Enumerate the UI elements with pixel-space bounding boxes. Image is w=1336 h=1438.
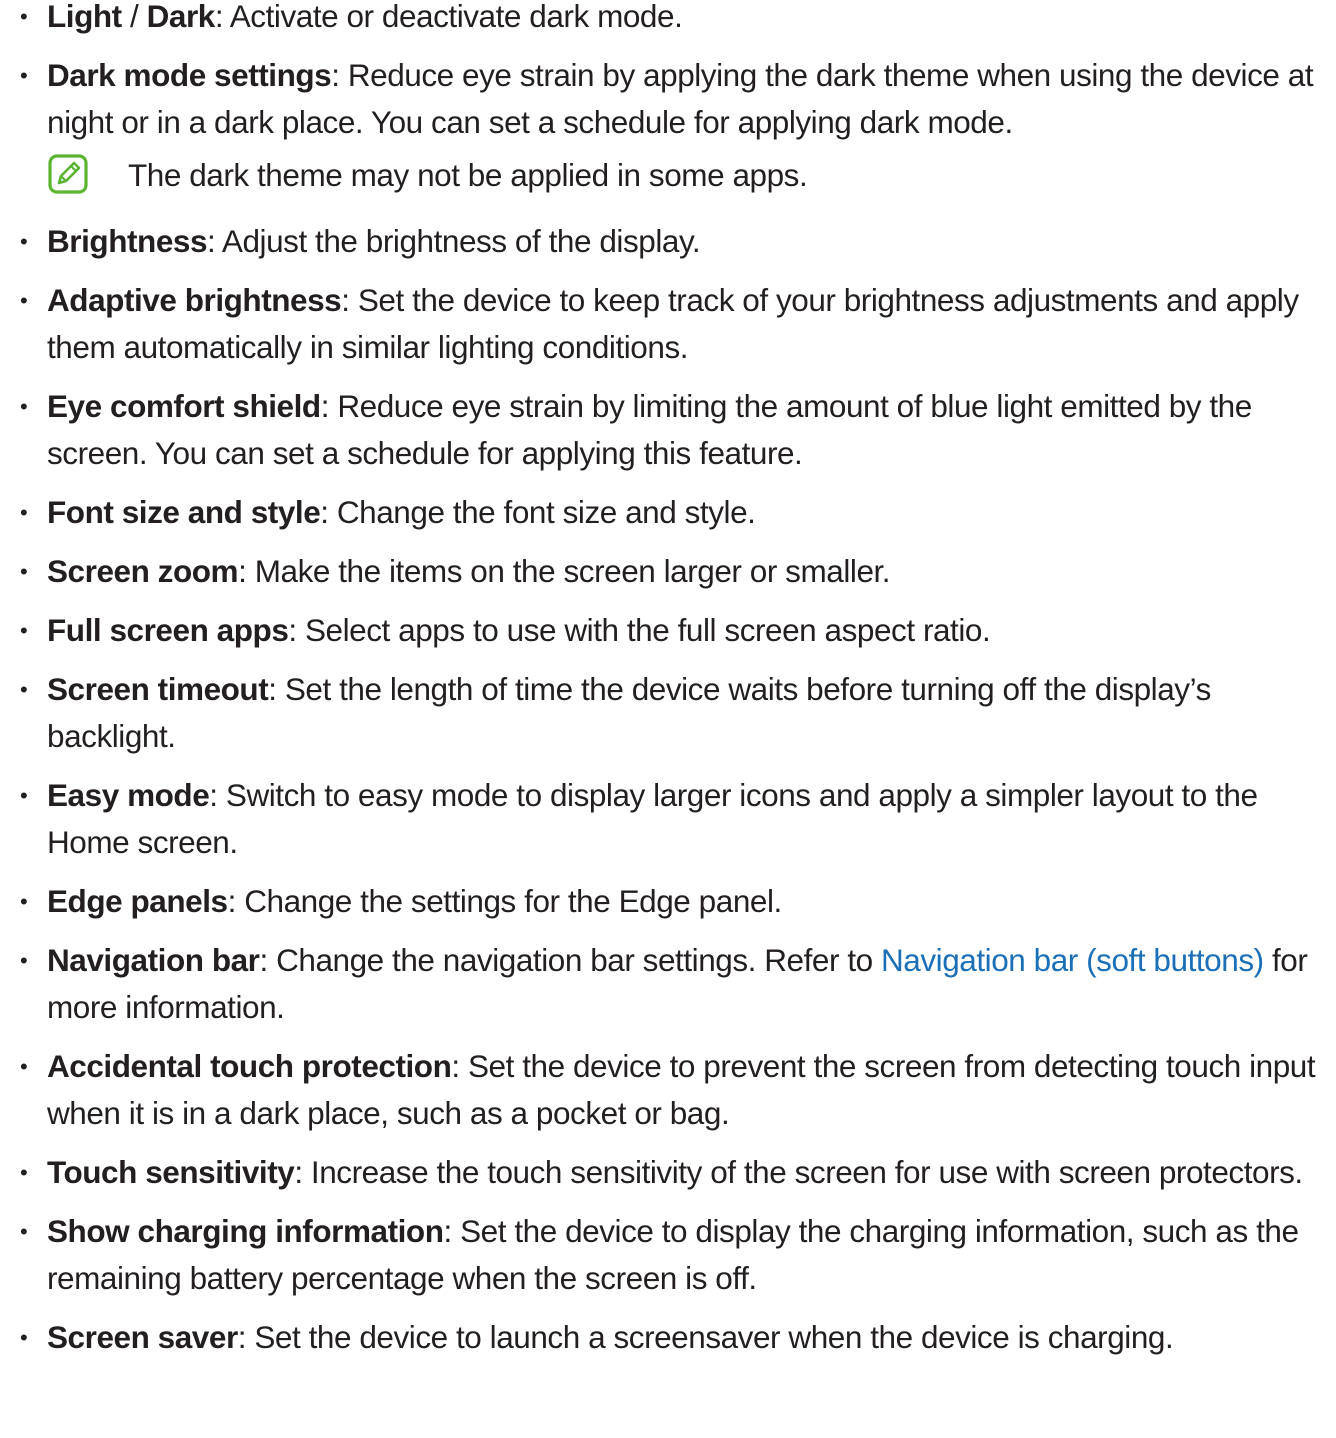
bullet: • [20,618,28,643]
term: Font size and style [47,494,321,530]
list-item-screen-zoom: • Screen zoom: Make the items on the scr… [0,548,1336,595]
description: : Make the items on the screen larger or… [238,553,891,589]
term: Brightness [47,223,208,259]
term: Edge panels [47,883,228,919]
settings-list: • Light / Dark: Activate or deactivate d… [0,0,1336,1373]
list-item-easy-mode: • Easy mode: Switch to easy mode to disp… [0,772,1336,866]
term: Eye comfort shield [47,388,321,424]
description: : Switch to easy mode to display larger … [47,777,1258,860]
bullet: • [20,1160,28,1185]
list-item-touch-sensitivity: • Touch sensitivity: Increase the touch … [0,1149,1336,1196]
term: Adaptive brightness [47,282,342,318]
term: Full screen apps [47,612,289,648]
bullet: • [20,1054,28,1079]
term-dark: Dark [146,0,216,34]
list-item-adaptive-brightness: • Adaptive brightness: Set the device to… [0,277,1336,371]
list-item-accidental-touch-protection: • Accidental touch protection: Set the d… [0,1043,1336,1137]
term: Show charging information [47,1213,444,1249]
list-item-light-dark: • Light / Dark: Activate or deactivate d… [0,0,1336,40]
term-light: Light [47,0,122,34]
list-item-show-charging-information: • Show charging information: Set the dev… [0,1208,1336,1302]
list-item-dark-mode-settings: • Dark mode settings: Reduce eye strain … [0,52,1336,146]
bullet: • [20,63,28,88]
list-item-edge-panels: • Edge panels: Change the settings for t… [0,878,1336,925]
bullet: • [20,1219,28,1244]
list-item-screen-timeout: • Screen timeout: Set the length of time… [0,666,1336,760]
description: : Activate or deactivate dark mode. [214,0,683,34]
list-item-eye-comfort-shield: • Eye comfort shield: Reduce eye strain … [0,383,1336,477]
bullet: • [20,288,28,313]
description: : Change the settings for the Edge panel… [227,883,783,919]
term: Screen zoom [47,553,239,589]
bullet: • [20,394,28,419]
list-item-brightness: • Brightness: Adjust the brightness of t… [0,218,1336,265]
bullet: • [20,948,28,973]
note: The dark theme may not be applied in som… [0,152,1336,212]
bullet: • [20,783,28,808]
bullet: • [20,677,28,702]
term: Touch sensitivity [47,1154,295,1190]
term: Easy mode [47,777,210,813]
description: : Select apps to use with the full scree… [288,612,991,648]
description: : Set the device to launch a screensaver… [237,1319,1174,1355]
description: : Change the font size and style. [320,494,756,530]
list-item-full-screen-apps: • Full screen apps: Select apps to use w… [0,607,1336,654]
separator: / [121,0,147,34]
list-item-font-size-and-style: • Font size and style: Change the font s… [0,489,1336,536]
bullet: • [20,500,28,525]
bullet: • [20,1325,28,1350]
note-text: The dark theme may not be applied in som… [128,157,808,193]
list-item-screen-saver: • Screen saver: Set the device to launch… [0,1314,1336,1361]
navigation-bar-link[interactable]: Navigation bar (soft buttons) [881,942,1264,978]
bullet: • [20,4,28,29]
term: Screen timeout [47,671,269,707]
list-item-navigation-bar: • Navigation bar: Change the navigation … [0,937,1336,1031]
bullet: • [20,229,28,254]
term: Screen saver [47,1319,238,1355]
term: Navigation bar [47,942,260,978]
term: Accidental touch protection [47,1048,452,1084]
bullet: • [20,559,28,584]
description: : Increase the touch sensitivity of the … [294,1154,1303,1190]
description: : Adjust the brightness of the display. [207,223,701,259]
description-pre: : Change the navigation bar settings. Re… [259,942,881,978]
bullet: • [20,889,28,914]
term: Dark mode settings [47,57,332,93]
note-pencil-icon [48,154,88,194]
